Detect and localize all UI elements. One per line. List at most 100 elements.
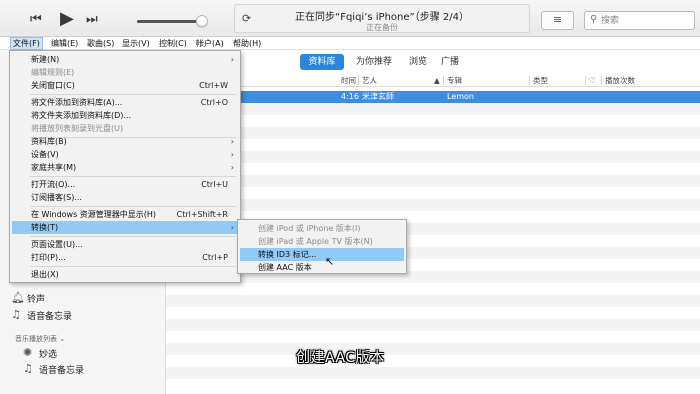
menu-divider (30, 176, 236, 177)
menu-item-page-setup[interactable]: 页面设置(U)... (12, 238, 238, 251)
menu-item-close-window[interactable]: 关闭窗口(C) Ctrl+W (12, 79, 238, 92)
menu-edit[interactable]: 编辑(E) (49, 37, 80, 50)
menu-file[interactable]: 文件(F) (10, 37, 43, 50)
sidebar-item-label: 语音备忘录 (39, 366, 85, 376)
menu-item-new[interactable]: 新建(N) › (12, 53, 238, 66)
empty-row (166, 331, 700, 343)
search-input[interactable] (601, 14, 691, 27)
volume-knob[interactable] (196, 15, 208, 27)
tab-browse[interactable]: 浏览 (404, 54, 432, 70)
play-button[interactable]: ▶ (60, 8, 74, 29)
tab-radio[interactable]: 广播 (436, 54, 464, 70)
menu-item-add-file[interactable]: 将文件添加到资料库(A)... Ctrl+O (12, 96, 238, 109)
volume-slider[interactable] (137, 20, 203, 23)
menu-item-label: 新建(N) (31, 55, 60, 64)
empty-row (166, 175, 700, 187)
empty-row (166, 367, 700, 379)
menu-item-subscribe-podcast[interactable]: 订阅播客(S)... (12, 191, 238, 204)
chevron-right-icon: › (230, 55, 234, 64)
column-header: 时间 艺人 ▲ 专辑 类型 ♡ 播放次数 (166, 74, 700, 87)
menu-help[interactable]: 帮助(H) (231, 37, 263, 50)
empty-row (166, 283, 700, 295)
menu-account[interactable]: 帐户(A) (194, 37, 226, 50)
menu-item-label: 创建 AAC 版本 (258, 263, 312, 272)
col-genre[interactable]: 类型 (533, 74, 548, 87)
empty-row (166, 127, 700, 139)
menu-controls[interactable]: 控制(C) (157, 37, 189, 50)
menu-song[interactable]: 歌曲(S) (85, 37, 116, 50)
heart-icon[interactable]: ♡ (589, 74, 596, 87)
menu-item-create-aac-version[interactable]: 创建 AAC 版本 (240, 261, 404, 274)
sidebar-item-label: 语音备忘录 (27, 312, 73, 322)
menu-item-convert[interactable]: 转换(T) › (12, 221, 238, 234)
menu-divider (30, 236, 236, 237)
menu-item-show-in-explorer[interactable]: 在 Windows 资源管理器中显示(H) Ctrl+Shift+R (12, 208, 238, 221)
chevron-right-icon: › (230, 163, 234, 172)
video-caption: 创建AAC版本 (296, 350, 385, 366)
menu-item-print[interactable]: 打印(P)... Ctrl+P (12, 251, 238, 264)
sidebar-item-ringtones[interactable]: 🔔︎ 铃声 (11, 291, 46, 305)
player-toolbar: ⏮ ▶ ⏭ ⟳ 正在同步“Fqiqi’s iPhone”（步骤 2/4） 正在备… (0, 0, 700, 37)
track-album: Lemon (447, 92, 474, 101)
menu-shortcut: Ctrl+Shift+R (176, 210, 228, 219)
menu-divider (30, 94, 236, 95)
menu-shortcut: Ctrl+O (200, 98, 228, 107)
menu-item-devices[interactable]: 设备(V) › (12, 148, 238, 161)
tab-library[interactable]: 资料库 (300, 54, 344, 70)
menu-item-home-sharing[interactable]: 家庭共享(M) › (12, 161, 238, 174)
previous-track-button[interactable]: ⏮ (30, 12, 42, 27)
file-menu: 新建(N) › 编辑规则(E) 关闭窗口(C) Ctrl+W 将文件添加到资料库… (9, 50, 241, 283)
empty-row (166, 295, 700, 307)
sort-arrow-icon: ▲ (434, 76, 440, 85)
sidebar-item-voice-memos[interactable]: ♫ 语音备忘录 (11, 308, 73, 322)
convert-submenu: 创建 iPod 或 iPhone 版本(I) 创建 iPad 或 Apple T… (237, 219, 407, 274)
menu-item-label: 退出(X) (31, 270, 59, 279)
menu-item-label: 资料库(B) (31, 137, 67, 146)
empty-row (166, 139, 700, 151)
menu-item-add-folder[interactable]: 将文件夹添加到资料库(D)... (12, 109, 238, 122)
menu-item-label: 页面设置(U)... (31, 240, 83, 249)
col-artist[interactable]: 艺人 (362, 74, 377, 87)
empty-row (166, 199, 700, 211)
tab-for-you[interactable]: 为你推荐 (348, 54, 400, 70)
sidebar-item-genius[interactable]: ✺ 妙选 (23, 346, 58, 360)
menu-item-label: 将文件夹添加到资料库(D)... (31, 111, 132, 120)
menu-item-convert-id3[interactable]: 转换 ID3 标记... (240, 248, 404, 261)
menu-item-library[interactable]: 资料库(B) › (12, 135, 238, 148)
empty-row (166, 343, 700, 355)
col-plays[interactable]: 播放次数 (605, 74, 635, 87)
menu-item-create-ipod-version: 创建 iPod 或 iPhone 版本(I) (240, 222, 404, 235)
menu-item-label: 在 Windows 资源管理器中显示(H) (31, 210, 157, 219)
menu-view[interactable]: 显示(V) (120, 37, 152, 50)
menu-divider (30, 266, 236, 267)
menu-item-label: 打开流(O)... (31, 180, 76, 189)
menu-item-open-stream[interactable]: 打开流(O)... Ctrl+U (12, 178, 238, 191)
playlists-heading[interactable]: 音乐播放列表 ⌄ (15, 334, 65, 344)
search-box[interactable]: ⚲ (584, 11, 695, 30)
menu-item-label: 关闭窗口(C) (31, 81, 75, 90)
menu-item-label: 打印(P)... (31, 253, 66, 262)
menu-shortcut: Ctrl+W (199, 81, 228, 90)
col-time[interactable]: 时间 (341, 74, 356, 87)
next-track-button[interactable]: ⏭ (86, 12, 98, 27)
menu-item-burn-playlist: 将播放列表刻录到光盘(U) (12, 122, 238, 135)
volume-level (137, 20, 197, 23)
menu-divider (30, 206, 236, 207)
col-album[interactable]: 专辑 (447, 74, 462, 87)
sync-title: 正在同步“Fqiqi’s iPhone”（步骤 2/4） (295, 12, 469, 23)
music-note-icon: ♫ (23, 362, 33, 375)
column-divider (585, 76, 586, 85)
sidebar-item-voice-memos-playlist[interactable]: ♫ 语音备忘录 (23, 362, 85, 376)
list-icon: ≡ (552, 13, 563, 26)
menu-item-edit-rules: 编辑规则(E) (12, 66, 238, 79)
up-next-button[interactable]: ≡ (541, 11, 574, 30)
sidebar-item-label: 妙选 (39, 350, 58, 360)
table-row[interactable]: 4:16 米津玄師 Lemon (166, 91, 700, 103)
menu-item-exit[interactable]: 退出(X) (12, 268, 238, 281)
empty-row (166, 379, 700, 391)
menu-item-label: 订阅播客(S)... (31, 193, 82, 202)
menu-shortcut: Ctrl+U (201, 180, 228, 189)
sidebar-item-label: 铃声 (27, 295, 46, 305)
menu-item-label: 转换 ID3 标记... (258, 250, 317, 259)
music-note-icon: ♫ (11, 308, 21, 321)
